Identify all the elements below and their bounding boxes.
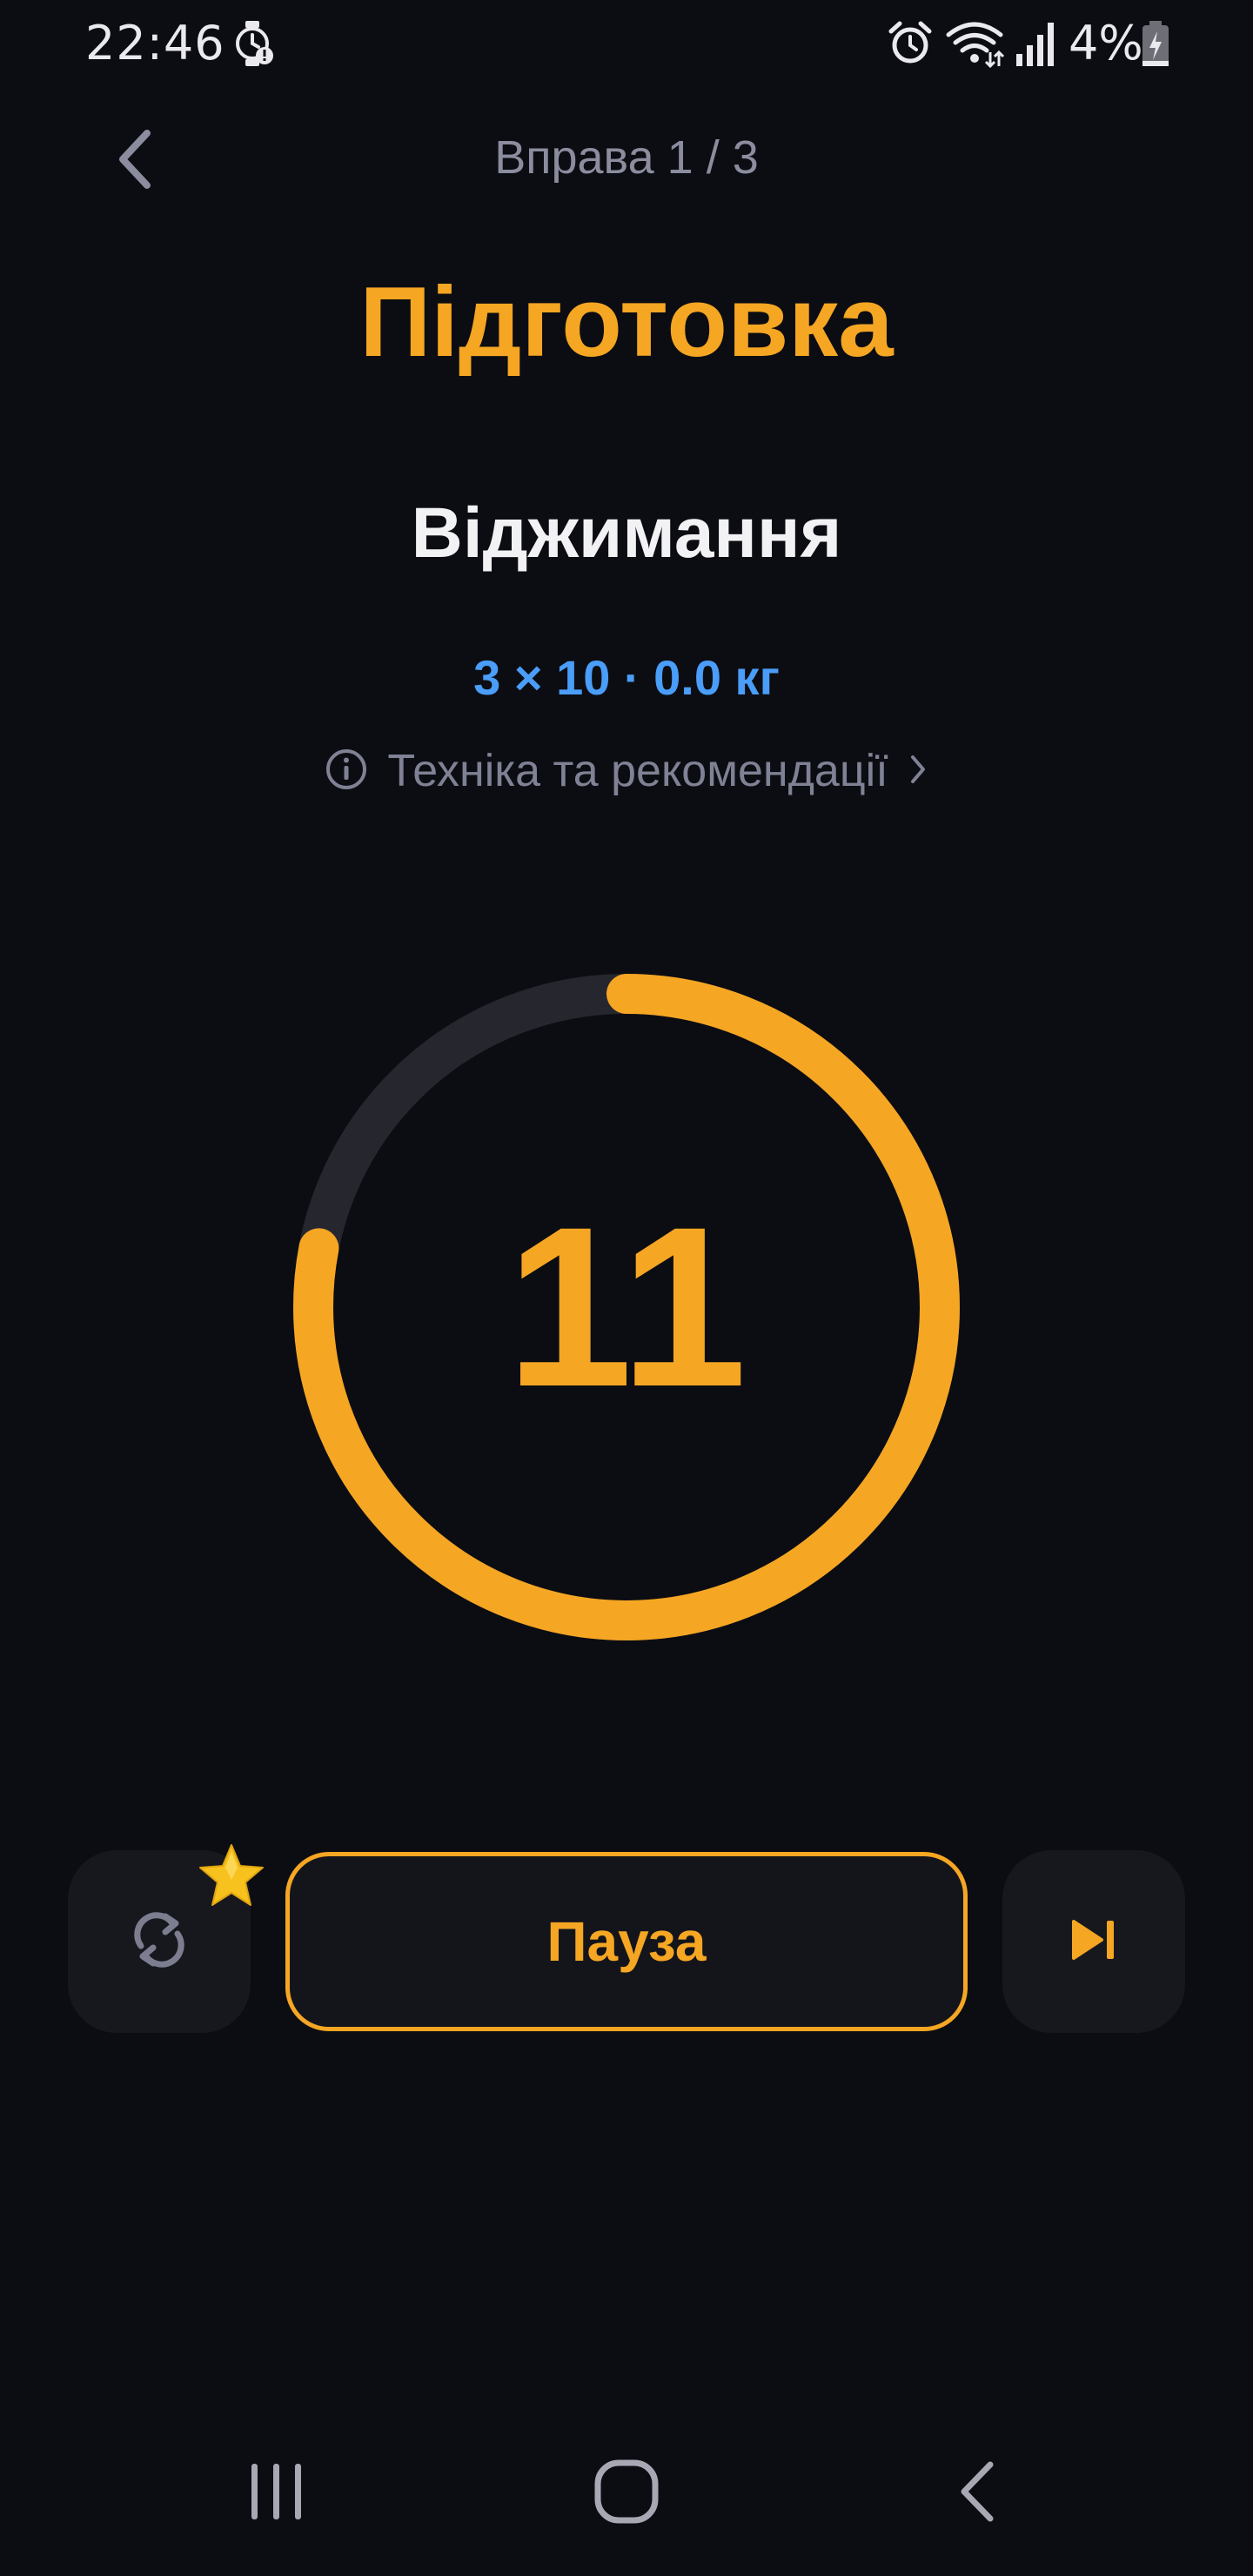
status-time: 22:46: [85, 16, 225, 70]
back-nav-button[interactable]: [908, 2437, 1048, 2550]
skip-next-icon: [1070, 1918, 1117, 1966]
battery-percent: 4%: [1069, 16, 1143, 70]
skip-button[interactable]: [1002, 1850, 1185, 2033]
status-bar: 22:46 4%: [0, 0, 1253, 87]
pause-button[interactable]: Пауза: [285, 1852, 968, 2031]
info-icon: [325, 748, 368, 795]
back-icon: [957, 2459, 999, 2528]
exercise-plan: 3 × 10 · 0.0 кг: [473, 650, 780, 705]
alarm-icon: [886, 19, 935, 72]
recent-apps-button[interactable]: [207, 2437, 346, 2550]
system-nav-bar: [0, 2437, 1253, 2576]
home-button[interactable]: [557, 2437, 696, 2550]
repeat-icon: [127, 1908, 191, 1976]
technique-link[interactable]: Техніка та рекомендації: [0, 745, 1253, 797]
signal-icon: [1015, 19, 1056, 72]
exercise-name: Віджимання: [411, 493, 842, 573]
wifi-icon: [945, 19, 1005, 72]
technique-label: Техніка та рекомендації: [387, 746, 888, 796]
chevron-right-icon: [908, 752, 928, 791]
watch-alert-icon: [233, 19, 273, 72]
recent-apps-icon: [246, 2460, 307, 2527]
battery-charging-icon: [1140, 19, 1171, 72]
phase-title: Підготовка: [359, 267, 894, 378]
star-icon: [197, 1841, 266, 1911]
countdown-timer: 11: [292, 973, 961, 1641]
exercise-counter: Вправа 1 / 3: [494, 131, 759, 184]
timer-value: 11: [506, 1179, 747, 1434]
home-icon: [593, 2459, 660, 2529]
